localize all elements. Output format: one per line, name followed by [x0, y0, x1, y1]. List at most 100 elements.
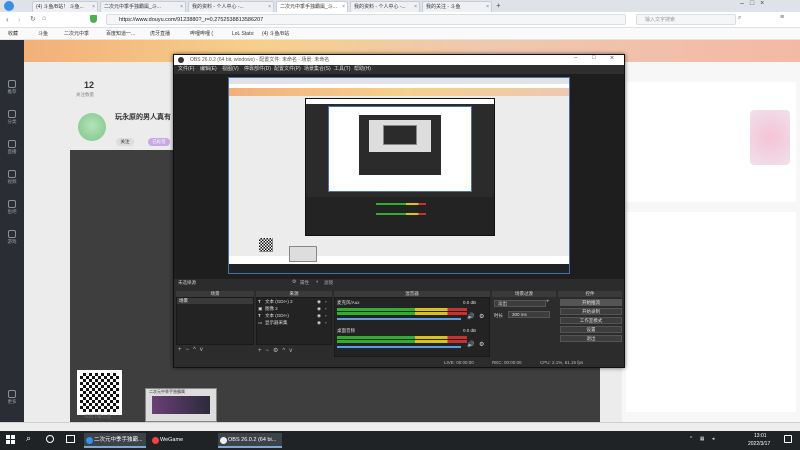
- network-icon[interactable]: ▦: [700, 436, 705, 442]
- taskbar-wegame[interactable]: WeGame: [150, 433, 212, 448]
- nav-item[interactable]: 更多: [2, 390, 22, 405]
- notification-icon[interactable]: [784, 435, 792, 443]
- exit-button[interactable]: 退出: [560, 335, 622, 342]
- cortana-icon[interactable]: [46, 435, 54, 443]
- taskbar-browser[interactable]: 二次元中季手独霸...: [84, 433, 146, 448]
- clock-time[interactable]: 13:01: [754, 433, 767, 439]
- lock-icon[interactable]: ▫: [325, 312, 327, 319]
- maximize-icon[interactable]: □: [750, 0, 760, 7]
- lock-icon[interactable]: ▫: [325, 305, 327, 312]
- start-recording-button[interactable]: 开始录制: [560, 308, 622, 315]
- volume-slider[interactable]: [337, 318, 461, 320]
- menu-file[interactable]: 文件(F): [178, 65, 194, 74]
- follow-button[interactable]: 关注: [116, 138, 134, 146]
- lock-icon[interactable]: ▫: [325, 319, 327, 326]
- menu-icon[interactable]: ≡: [780, 14, 784, 21]
- menu-help[interactable]: 帮助(H): [354, 65, 371, 74]
- search-icon[interactable]: ⌕: [738, 15, 741, 22]
- source-item[interactable]: ▣ 图像 2 ◉ ▫: [257, 305, 331, 312]
- close-icon[interactable]: ×: [268, 2, 271, 12]
- obs-close-icon[interactable]: ×: [610, 55, 614, 62]
- bookmark-item[interactable]: 虎牙直播: [150, 28, 170, 40]
- eye-icon[interactable]: ◉: [317, 305, 321, 312]
- start-streaming-button[interactable]: 开始推流: [560, 299, 622, 306]
- studio-mode-button[interactable]: 工作室模式: [560, 317, 622, 324]
- source-item[interactable]: ▭ 显示器采集 ◉ ▫: [257, 319, 331, 326]
- settings-button[interactable]: 设置: [560, 326, 622, 333]
- menu-view[interactable]: 视图(V): [222, 65, 239, 74]
- tag-badge[interactable]: 已标签: [148, 138, 170, 146]
- nav-item[interactable]: 视频: [2, 170, 22, 185]
- obs-window[interactable]: OBS 26.0.2 (64 bit, windows) - 配置文件: 未命名…: [173, 54, 625, 368]
- bookmark-item[interactable]: LoL Stats:: [232, 28, 254, 40]
- minimize-icon[interactable]: –: [740, 0, 750, 7]
- forward-icon[interactable]: ›: [18, 15, 21, 24]
- down-icon[interactable]: v: [200, 347, 207, 353]
- bookmark-item[interactable]: 收藏: [8, 28, 18, 40]
- task-view-icon[interactable]: [66, 435, 75, 443]
- menu-tools[interactable]: 工具(T): [334, 65, 350, 74]
- search-input[interactable]: 输入文字搜索: [636, 14, 736, 25]
- close-icon[interactable]: ×: [180, 2, 183, 12]
- taskbar-preview-thumbnail[interactable]: 二次元中季手独霸属: [145, 388, 217, 422]
- chevron-up-icon[interactable]: ^: [690, 436, 692, 442]
- nav-item[interactable]: 推荐: [2, 80, 22, 95]
- close-icon[interactable]: ×: [486, 2, 489, 12]
- remove-icon[interactable]: −: [186, 347, 194, 353]
- menu-edit[interactable]: 编辑(E): [200, 65, 217, 74]
- search-icon[interactable]: ⌕: [26, 433, 31, 444]
- filter-icon[interactable]: ◐: [316, 279, 319, 285]
- transition-select[interactable]: 淡出: [494, 300, 546, 307]
- home-icon[interactable]: ⌂: [42, 15, 46, 22]
- gear-icon[interactable]: ⚙: [479, 341, 484, 348]
- obs-maximize-icon[interactable]: □: [592, 55, 596, 61]
- source-item[interactable]: T 文本 (GDI+) ◉ ▫: [257, 312, 331, 319]
- speaker-icon[interactable]: 🔊: [467, 341, 474, 348]
- new-tab-button[interactable]: +: [496, 1, 501, 10]
- menu-scene-collection[interactable]: 场景集合(S): [304, 65, 331, 74]
- nav-item[interactable]: 分类: [2, 110, 22, 125]
- add-icon[interactable]: +: [546, 299, 550, 305]
- tab-2[interactable]: 二次元中季手独霸属_斗... ×: [100, 1, 186, 12]
- obs-minimize-icon[interactable]: –: [574, 55, 577, 61]
- add-icon[interactable]: +: [258, 348, 266, 354]
- nav-item[interactable]: 游戏: [2, 230, 22, 245]
- tab-6[interactable]: 我的关注 - 斗鱼 ×: [422, 1, 492, 12]
- speaker-icon[interactable]: 🔊: [467, 313, 474, 320]
- gear-icon[interactable]: ⚙: [273, 348, 282, 354]
- tab-5[interactable]: 我的资料 - 个人中心 -... ×: [350, 1, 420, 12]
- eye-icon[interactable]: ◉: [317, 319, 321, 326]
- source-item[interactable]: T 文本 (GDI+) 2 ◉ ▫: [257, 298, 331, 305]
- eye-icon[interactable]: ◉: [317, 312, 321, 319]
- menu-docks[interactable]: 停靠部件(D): [244, 65, 271, 74]
- tab-3[interactable]: 我的资料 - 个人中心 -... ×: [188, 1, 274, 12]
- up-icon[interactable]: ^: [193, 347, 200, 353]
- remove-icon[interactable]: −: [266, 348, 274, 354]
- taskbar-obs[interactable]: OBS 26.0.2 (64 bi...: [218, 433, 282, 448]
- close-window-icon[interactable]: ×: [760, 0, 770, 7]
- eye-icon[interactable]: ◉: [317, 298, 321, 305]
- volume-icon[interactable]: ◂: [712, 436, 715, 442]
- clock-date[interactable]: 2022/3/17: [748, 441, 770, 447]
- gear-icon[interactable]: ⚙: [292, 279, 296, 285]
- nav-item[interactable]: 鱼吧: [2, 200, 22, 215]
- bookmark-item[interactable]: 斗鱼: [38, 28, 48, 40]
- streamer-avatar[interactable]: [78, 113, 106, 141]
- obs-preview[interactable]: [174, 74, 624, 279]
- bookmark-item[interactable]: 百度知道一...: [106, 28, 135, 40]
- duration-input[interactable]: 300 ms: [508, 311, 550, 318]
- volume-slider[interactable]: [337, 346, 461, 348]
- close-icon[interactable]: ×: [342, 2, 345, 12]
- bookmark-item[interactable]: (4) 斗鱼/B站: [262, 28, 289, 40]
- url-input[interactable]: https://www.douyu.com/9123880?_r=0.27525…: [106, 14, 626, 25]
- windows-start-icon[interactable]: [6, 435, 15, 444]
- nav-item[interactable]: 直播: [2, 140, 22, 155]
- down-icon[interactable]: v: [289, 348, 296, 354]
- filters-button[interactable]: 滤镜: [324, 279, 333, 287]
- menu-profile[interactable]: 配置文件(P): [274, 65, 301, 74]
- lock-icon[interactable]: ▫: [325, 298, 327, 305]
- tab-1[interactable]: (4) 斗鱼/B站！ 斗鱼... ×: [32, 1, 98, 12]
- add-icon[interactable]: +: [178, 347, 186, 353]
- properties-button[interactable]: 属性: [300, 279, 309, 287]
- back-icon[interactable]: ‹: [6, 15, 9, 24]
